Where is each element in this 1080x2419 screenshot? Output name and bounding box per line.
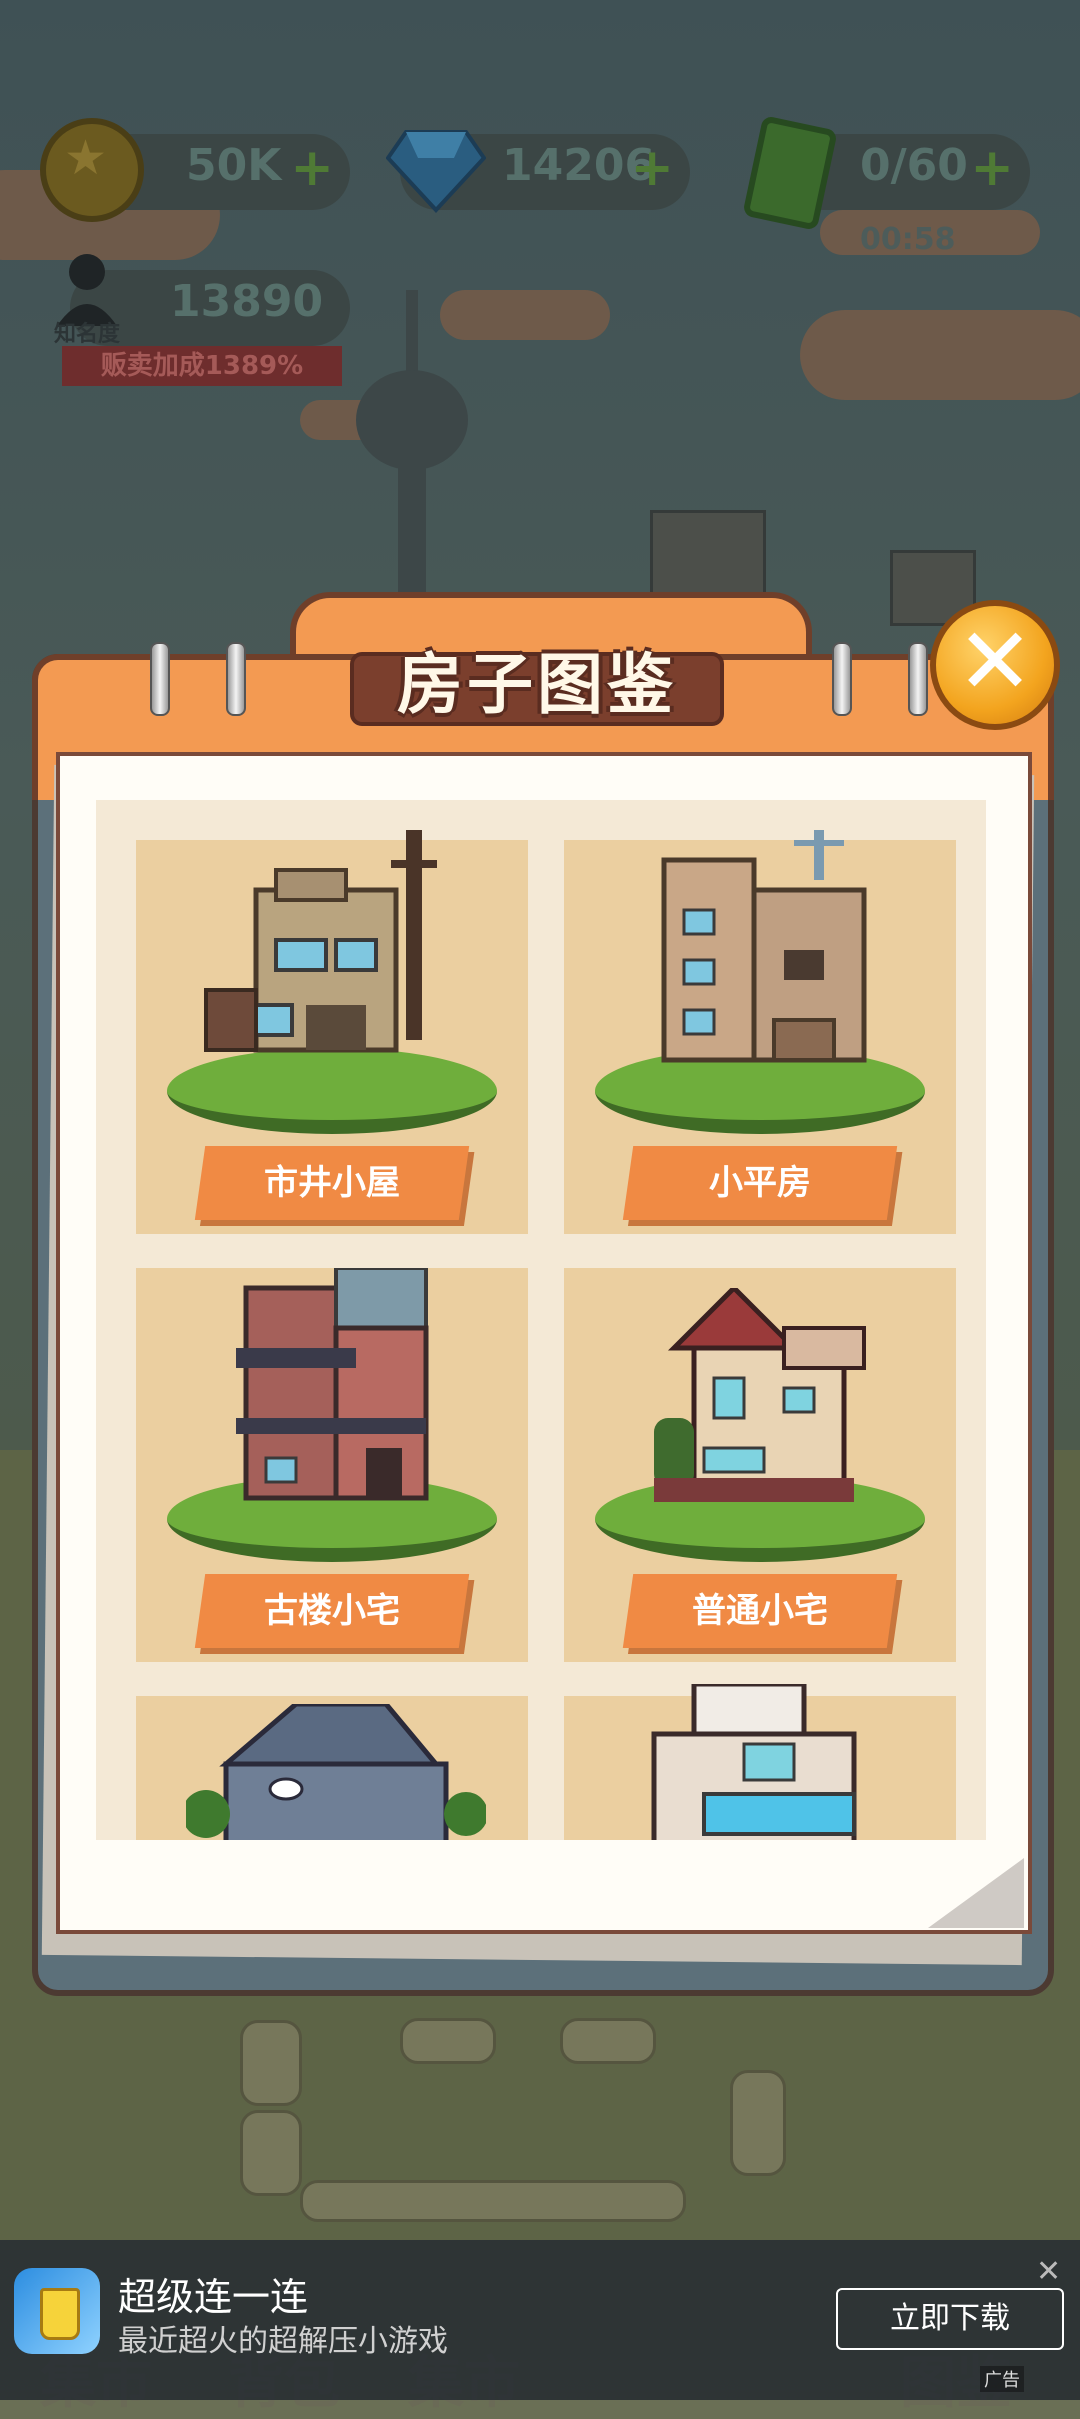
path-stone	[240, 2110, 302, 2196]
house-card-regular-house[interactable]: 普通小宅	[564, 1268, 956, 1662]
house-card-market-hut[interactable]: 市井小屋	[136, 830, 528, 1234]
cloud	[800, 310, 1080, 400]
coin-value: 50K	[186, 140, 282, 191]
house-card-courtyard[interactable]	[136, 1696, 528, 1840]
path-stone	[400, 2018, 496, 2064]
house-label: 古楼小宅	[264, 1591, 400, 1631]
close-button[interactable]: ✕	[930, 600, 1060, 730]
house-label: 小平房	[709, 1163, 811, 1203]
bungalow-image	[661, 830, 867, 1063]
villa-image	[651, 1684, 857, 1840]
binder-ring	[908, 642, 928, 716]
path-stone	[300, 2180, 686, 2222]
courtyard-house-image	[186, 1704, 486, 1840]
binder-ring	[226, 642, 246, 716]
ad-banner[interactable]: 超级连一连 最近超火的超解压小游戏 立即下载	[0, 2240, 1080, 2400]
tv-tower-silhouette	[356, 290, 468, 620]
energy-add-icon[interactable]: +	[970, 138, 1014, 198]
house-grid[interactable]: 市井小屋 小平房 古楼小宅 普通小宅	[96, 800, 986, 1840]
gem-add-icon[interactable]: +	[630, 138, 674, 198]
ad-subtitle: 最近超火的超解压小游戏	[118, 2324, 448, 2359]
energy-value: 0/60	[860, 140, 968, 191]
ad-tag: 广告	[980, 2366, 1024, 2392]
path-stone	[560, 2018, 656, 2064]
old-building-image	[236, 1268, 429, 1501]
house-card-old-building[interactable]: 古楼小宅	[136, 1268, 528, 1662]
house-label: 普通小宅	[692, 1591, 828, 1631]
binder-ring	[832, 642, 852, 716]
diamond-icon	[386, 130, 486, 213]
game-app-icon	[14, 2268, 100, 2354]
energy-timer: 00:58	[860, 222, 956, 257]
house-card-bungalow[interactable]: 小平房	[564, 830, 956, 1234]
coin-add-icon[interactable]: +	[290, 138, 334, 198]
popup-title: 房子图鉴	[397, 646, 677, 723]
market-hut-image	[204, 830, 437, 1053]
sales-bonus-banner: 贩卖加成1389%	[62, 346, 342, 386]
path-stone	[730, 2070, 786, 2176]
coin-icon	[40, 118, 144, 222]
fame-value: 13890	[170, 276, 324, 327]
page-fold	[928, 1858, 1024, 1928]
binder-ring	[150, 642, 170, 716]
ad-title: 超级连一连	[118, 2275, 309, 2319]
ad-close-icon[interactable]: ✕	[1036, 2254, 1061, 2289]
fame-label: 知名度	[54, 322, 121, 347]
close-icon: ✕	[956, 608, 1034, 715]
download-button[interactable]: 立即下载	[836, 2288, 1064, 2350]
path-stone	[240, 2020, 302, 2106]
house-label: 市井小屋	[264, 1163, 400, 1203]
house-card-villa[interactable]	[564, 1684, 956, 1840]
regular-house-image	[654, 1288, 866, 1502]
